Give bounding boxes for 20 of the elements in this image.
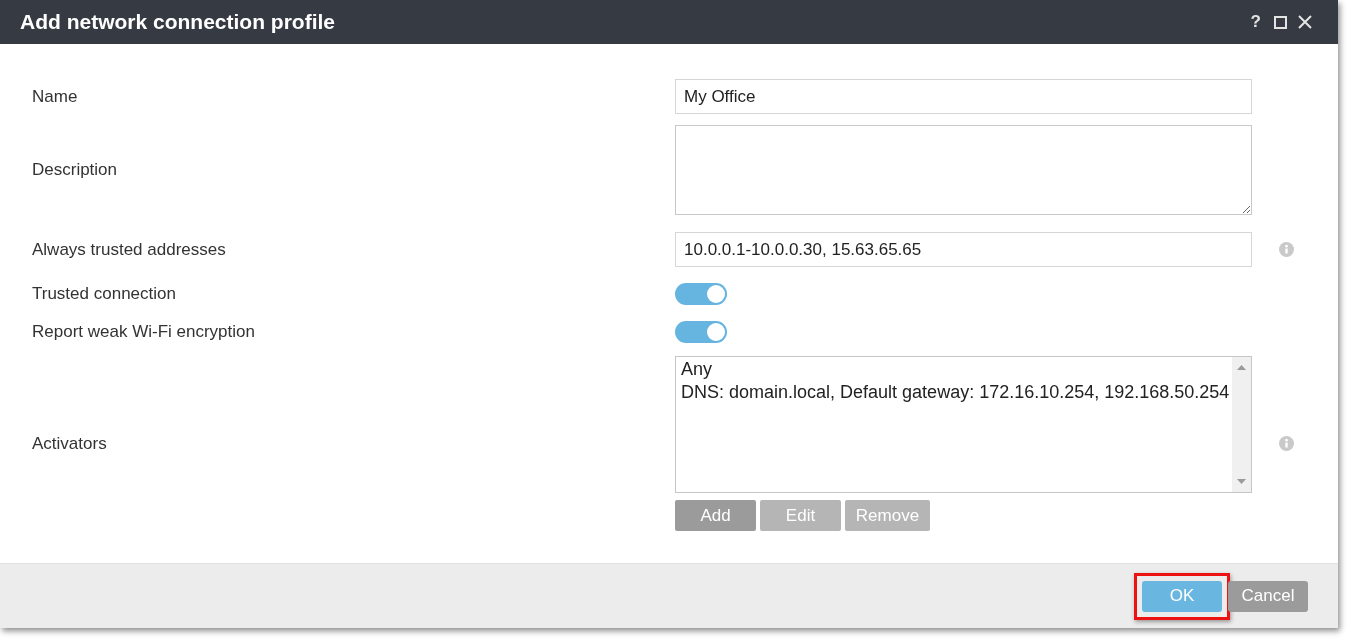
window-title: Add network connection profile: [20, 10, 336, 34]
field-label: Trusted connection: [32, 284, 176, 304]
field-label: Name: [32, 86, 78, 107]
scroll-down-icon[interactable]: [1237, 479, 1246, 484]
scrollbar[interactable]: [1232, 357, 1251, 492]
text-field[interactable]: 10.0.0.1-10.0.0.30, 15.63.65.65: [675, 232, 1252, 267]
toggle-switch[interactable]: [675, 283, 727, 305]
text-field[interactable]: My Office: [675, 79, 1252, 114]
field-label: Activators: [32, 433, 107, 454]
help-button[interactable]: ?: [1248, 12, 1263, 32]
field-label: Description: [32, 160, 118, 180]
list-item[interactable]: Any: [681, 358, 713, 381]
list-item[interactable]: DNS: domain.local, Default gateway: 172.16.10.254, 192.168.50.254: [681, 381, 1230, 404]
close-icon[interactable]: [1298, 15, 1312, 29]
description-field[interactable]: [675, 125, 1252, 215]
field-label: Report weak Wi-Fi encryption: [32, 322, 255, 342]
field-label: Always trusted addresses: [32, 239, 226, 260]
toggle-switch[interactable]: [675, 321, 727, 343]
scroll-up-icon[interactable]: [1237, 365, 1246, 370]
maximize-icon[interactable]: [1274, 15, 1287, 29]
